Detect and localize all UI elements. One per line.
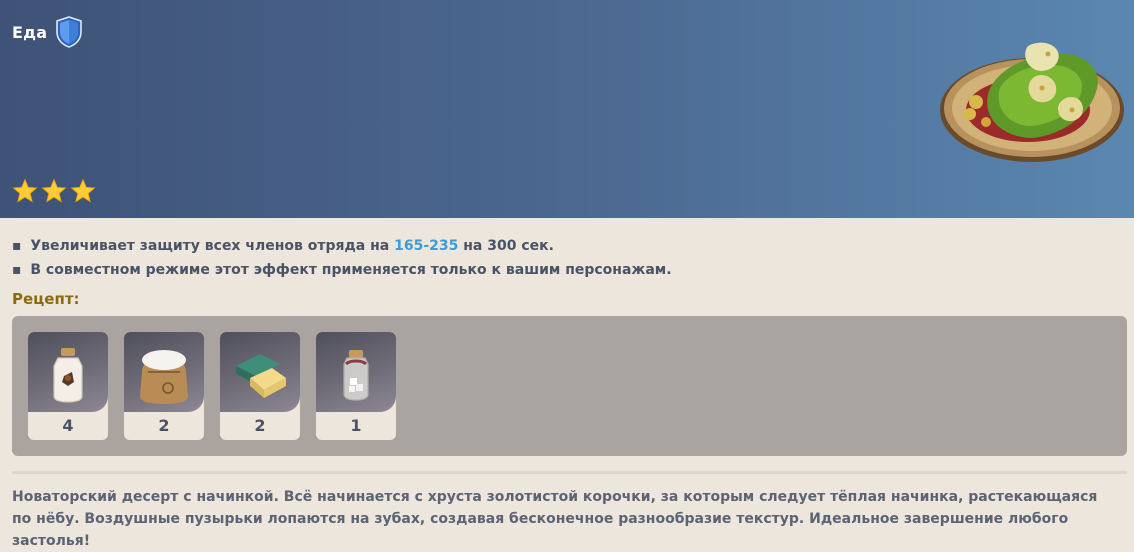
effects-list: ▪ Увеличивает защиту всех членов отряда … — [12, 236, 1112, 284]
ingredient-slot-butter[interactable]: 2 — [220, 332, 300, 440]
ingredient-slot-milk[interactable]: 4 — [28, 332, 108, 440]
divider — [12, 471, 1127, 474]
item-description: Новаторский десерт с начинкой. Всё начин… — [12, 489, 1098, 549]
effect-line: ▪ Увеличивает защиту всех членов отряда … — [12, 236, 1112, 260]
milk-bottle-icon — [53, 348, 83, 403]
shield-icon — [56, 16, 83, 48]
star-icon — [70, 178, 96, 203]
recipe-panel: 4 2 2 1 — [12, 316, 1127, 456]
recipe-title: Рецепт: — [12, 290, 80, 308]
butter-icon — [236, 354, 286, 398]
star-icon — [12, 178, 38, 203]
category-row: Еда — [12, 16, 83, 48]
bullet: ▪ — [12, 262, 22, 278]
sugar-jar-icon — [343, 350, 369, 401]
ingredient-slot-flour[interactable]: 2 — [124, 332, 204, 440]
bullet: ▪ — [12, 238, 22, 254]
category-label: Еда — [12, 22, 48, 42]
effect-text-suffix: на 300 сек. — [463, 238, 554, 254]
rarity-stars — [12, 178, 96, 204]
effect-text: В совместном режиме этот эффект применяе… — [30, 262, 672, 278]
effect-highlight-value: 165-235 — [394, 238, 459, 254]
ingredient-count: 2 — [158, 416, 170, 435]
ingredient-count: 2 — [254, 416, 266, 435]
ingredient-count: 4 — [62, 416, 74, 435]
effect-text: Увеличивает защиту всех членов отряда на — [30, 238, 390, 254]
flour-sack-icon — [140, 350, 188, 404]
effect-line: ▪ В совместном режиме этот эффект примен… — [12, 260, 1112, 284]
star-icon — [41, 178, 67, 203]
ingredient-count: 1 — [350, 416, 362, 435]
ingredient-slot-sugar[interactable]: 1 — [316, 332, 396, 440]
stuffed-pastry-dish-icon — [940, 42, 1124, 162]
item-header: Еда — [0, 0, 1134, 218]
